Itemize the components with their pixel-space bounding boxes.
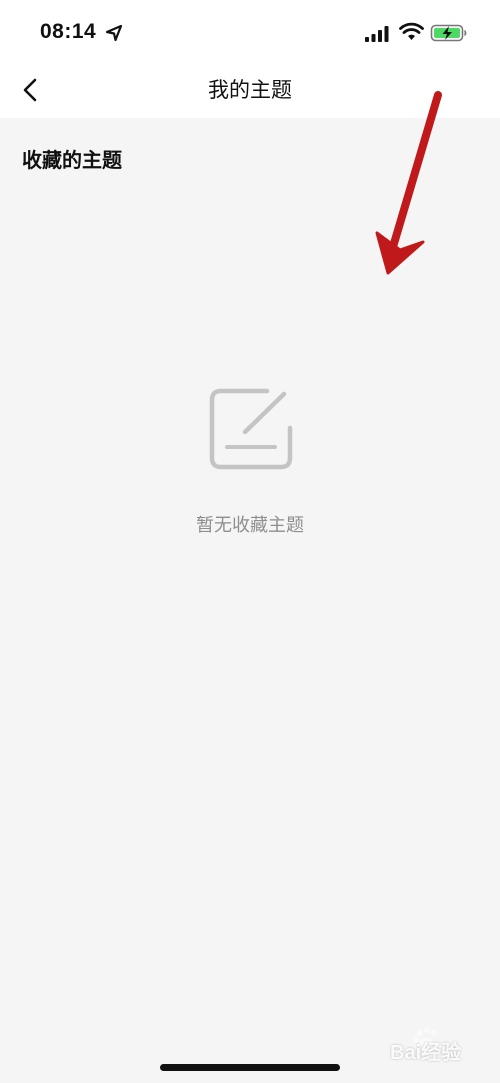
edit-note-icon	[209, 388, 293, 470]
section-title: 收藏的主题	[22, 148, 122, 172]
empty-state-message: 暂无收藏主题	[196, 515, 304, 536]
battery-charging-icon	[430, 24, 467, 42]
watermark-text: Bai经验	[390, 1042, 462, 1064]
cellular-signal-icon	[365, 26, 389, 42]
wifi-icon	[399, 22, 424, 40]
red-arrow-annotation	[375, 91, 442, 275]
location-arrow-icon	[105, 24, 123, 42]
status-bar: 08:14	[0, 0, 500, 66]
home-indicator[interactable]	[160, 1064, 340, 1071]
status-time: 08:14	[40, 20, 97, 43]
